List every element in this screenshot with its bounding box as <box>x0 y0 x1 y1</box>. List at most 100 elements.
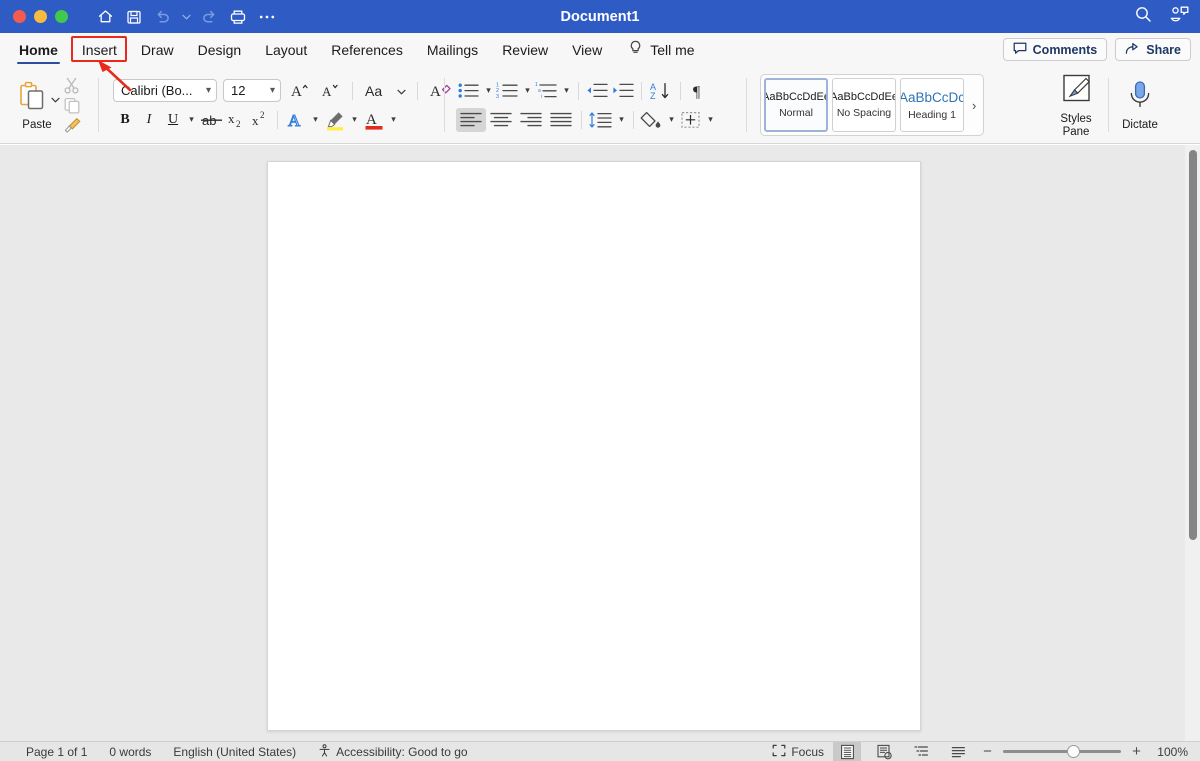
underline-dropdown-icon[interactable]: ▾ <box>185 114 198 125</box>
title-bar-actions <box>1134 0 1190 33</box>
tab-home[interactable]: Home <box>7 33 70 66</box>
font-name-input[interactable]: Calibri (Bo... ▾ <box>113 79 217 102</box>
superscript-button[interactable]: x2 <box>248 108 272 132</box>
search-icon[interactable] <box>1134 5 1153 29</box>
styles-pane-button[interactable]: Styles Pane <box>1048 72 1104 138</box>
comments-button[interactable]: Comments <box>1002 38 1108 61</box>
tab-layout[interactable]: Layout <box>253 33 319 66</box>
borders-button[interactable] <box>678 108 704 132</box>
paste-button[interactable]: Paste <box>14 79 60 131</box>
line-spacing-button[interactable] <box>587 108 615 132</box>
shading-button[interactable] <box>639 108 665 132</box>
home-icon[interactable] <box>92 5 118 29</box>
show-formatting-marks-button[interactable]: ¶ <box>686 79 712 103</box>
share-button[interactable]: Share <box>1115 38 1191 61</box>
tab-insert[interactable]: Insert <box>70 33 129 66</box>
language-status[interactable]: English (United States) <box>173 745 296 759</box>
change-case-button[interactable]: Aa <box>364 79 390 103</box>
align-left-button[interactable] <box>456 107 486 132</box>
shading-dropdown-icon[interactable]: ▾ <box>665 114 678 125</box>
strikethrough-button[interactable]: ab <box>198 108 224 132</box>
focus-button[interactable]: Focus <box>772 744 824 760</box>
style-heading-1[interactable]: AaBbCcDc Heading 1 <box>900 78 964 132</box>
tab-view[interactable]: View <box>560 33 614 66</box>
outline-view-button[interactable] <box>907 742 935 761</box>
svg-text:i: i <box>541 94 542 100</box>
cut-button[interactable] <box>62 76 82 95</box>
tab-design[interactable]: Design <box>186 33 254 66</box>
clear-formatting-button[interactable]: A <box>429 79 453 103</box>
shrink-font-button[interactable]: A <box>317 79 341 103</box>
text-effects-button[interactable]: A <box>283 108 309 132</box>
draft-view-button[interactable] <box>944 742 972 761</box>
numbering-dropdown-icon[interactable]: ▾ <box>521 85 534 96</box>
multilevel-dropdown-icon[interactable]: ▾ <box>560 85 573 96</box>
ribbon-display-icon[interactable] <box>1169 5 1190 29</box>
redo-icon[interactable] <box>196 5 222 29</box>
multilevel-list-button[interactable]: 1ai <box>534 79 560 103</box>
tab-mailings[interactable]: Mailings <box>415 33 490 66</box>
bullets-button[interactable] <box>456 79 482 103</box>
font-color-button[interactable]: A <box>361 108 387 132</box>
borders-dropdown-icon[interactable]: ▾ <box>704 114 717 125</box>
italic-button[interactable]: I <box>137 108 161 132</box>
font-size-input[interactable]: 12 ▾ <box>223 79 281 102</box>
paste-dropdown-icon[interactable] <box>50 90 60 108</box>
minimize-button[interactable] <box>34 10 47 23</box>
maximize-button[interactable] <box>55 10 68 23</box>
print-icon[interactable] <box>225 5 251 29</box>
document-page[interactable] <box>267 161 921 731</box>
tell-me-button[interactable]: Tell me <box>614 33 706 66</box>
subscript-button[interactable]: x2 <box>224 108 248 132</box>
copy-button[interactable] <box>62 96 82 115</box>
styles-more-button[interactable]: › <box>968 98 980 113</box>
divider <box>641 81 642 100</box>
zoom-level-label[interactable]: 100% <box>1152 745 1188 759</box>
format-painter-button[interactable] <box>62 116 82 135</box>
font-size-value: 12 <box>231 83 246 98</box>
zoom-in-button[interactable]: + <box>1130 744 1143 759</box>
paragraph-alignment-buttons: ▾ ▾ ▾ <box>456 107 717 132</box>
undo-icon[interactable] <box>150 5 176 29</box>
justify-button[interactable] <box>546 108 576 132</box>
bullets-dropdown-icon[interactable]: ▾ <box>482 85 495 96</box>
vertical-scrollbar[interactable] <box>1185 145 1200 741</box>
line-spacing-dropdown-icon[interactable]: ▾ <box>615 114 628 125</box>
change-case-dropdown-icon[interactable] <box>397 82 406 100</box>
text-effects-dropdown-icon[interactable]: ▾ <box>309 114 322 125</box>
dictate-button[interactable]: Dictate <box>1112 78 1168 131</box>
tab-review[interactable]: Review <box>490 33 560 66</box>
highlight-color-button[interactable] <box>322 108 348 132</box>
font-color-dropdown-icon[interactable]: ▾ <box>387 114 400 125</box>
word-count-status[interactable]: 0 words <box>109 745 151 759</box>
align-center-button[interactable] <box>486 108 516 132</box>
style-no-spacing[interactable]: AaBbCcDdEe No Spacing <box>832 78 896 132</box>
print-layout-view-button[interactable] <box>833 742 861 761</box>
increase-indent-button[interactable] <box>610 79 636 103</box>
close-button[interactable] <box>13 10 26 23</box>
web-layout-view-button[interactable] <box>870 742 898 761</box>
zoom-out-button[interactable]: − <box>981 744 994 759</box>
underline-button[interactable]: U <box>161 108 185 132</box>
save-icon[interactable] <box>121 5 147 29</box>
tab-references[interactable]: References <box>319 33 415 66</box>
grow-font-button[interactable]: A <box>287 79 311 103</box>
highlight-dropdown-icon[interactable]: ▾ <box>348 114 361 125</box>
svg-text:2: 2 <box>260 110 265 120</box>
zoom-slider[interactable] <box>1003 745 1121 759</box>
group-divider <box>444 78 445 132</box>
sort-button[interactable]: AZ <box>647 79 675 103</box>
decrease-indent-button[interactable] <box>584 79 610 103</box>
accessibility-status[interactable]: Accessibility: Good to go <box>318 743 468 760</box>
undo-dropdown-icon[interactable] <box>179 5 193 29</box>
style-normal[interactable]: AaBbCcDdEe Normal <box>764 78 828 132</box>
zoom-handle[interactable] <box>1067 745 1080 758</box>
style-preview: AaBbCcDdEe <box>764 91 828 103</box>
scrollbar-thumb[interactable] <box>1189 150 1197 540</box>
tab-draw[interactable]: Draw <box>129 33 186 66</box>
align-right-button[interactable] <box>516 108 546 132</box>
page-count-status[interactable]: Page 1 of 1 <box>26 745 87 759</box>
more-icon[interactable] <box>254 5 280 29</box>
bold-button[interactable]: B <box>113 108 137 132</box>
numbering-button[interactable]: 123 <box>495 79 521 103</box>
